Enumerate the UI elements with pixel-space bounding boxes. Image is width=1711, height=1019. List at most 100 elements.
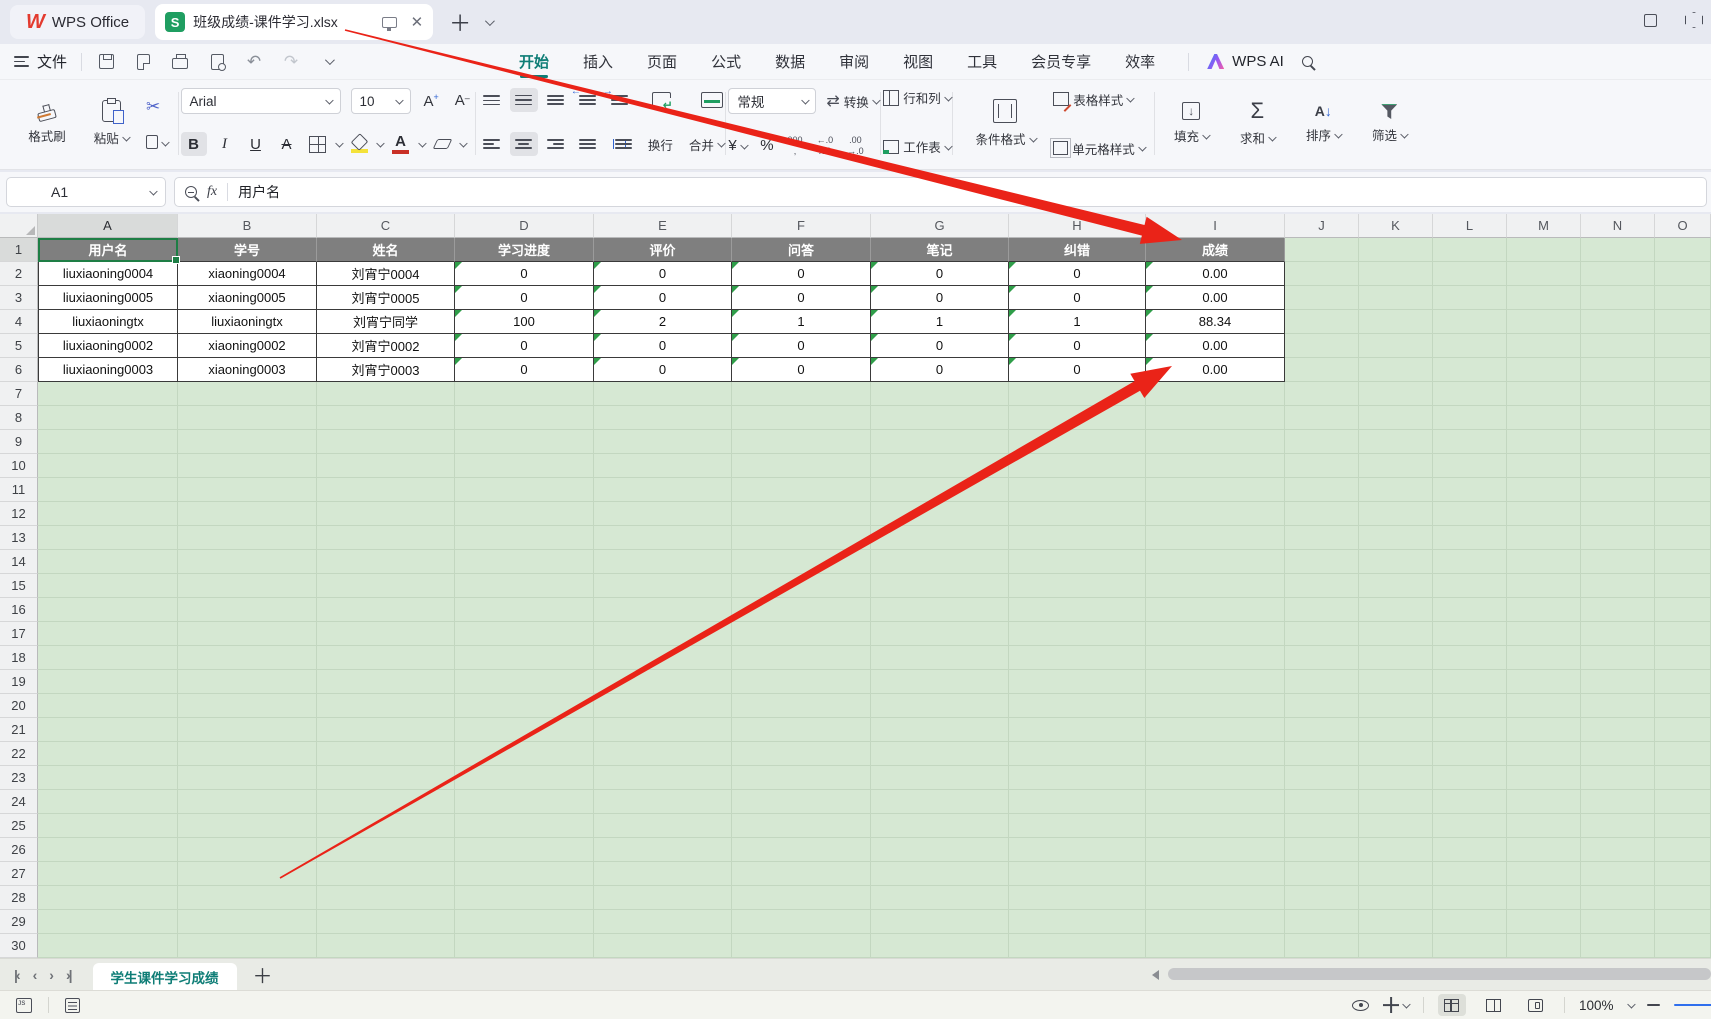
cell-L19[interactable] (1433, 670, 1507, 694)
cell-L10[interactable] (1433, 454, 1507, 478)
cell-B28[interactable] (178, 886, 317, 910)
row-header-3[interactable]: 3 (0, 286, 38, 310)
row-header-28[interactable]: 28 (0, 886, 38, 910)
cell-B25[interactable] (178, 814, 317, 838)
cell-L27[interactable] (1433, 862, 1507, 886)
cell-O15[interactable] (1655, 574, 1711, 598)
cell-G22[interactable] (871, 742, 1009, 766)
cell-L7[interactable] (1433, 382, 1507, 406)
cell-D5[interactable]: 0 (455, 334, 594, 358)
cell-G17[interactable] (871, 622, 1009, 646)
cell-M28[interactable] (1507, 886, 1581, 910)
cell-D25[interactable] (455, 814, 594, 838)
cell-C16[interactable] (317, 598, 455, 622)
cell-C14[interactable] (317, 550, 455, 574)
cell-E1[interactable]: 评价 (594, 238, 732, 262)
cell-M2[interactable] (1507, 262, 1581, 286)
cell-M1[interactable] (1507, 238, 1581, 262)
cell-A12[interactable] (38, 502, 178, 526)
row-header-14[interactable]: 14 (0, 550, 38, 574)
sheet-tab-active[interactable]: 学生课件学习成绩 (93, 963, 237, 991)
cell-C29[interactable] (317, 910, 455, 934)
wps-office-home-tab[interactable]: W WPS Office (10, 5, 145, 39)
cell-H27[interactable] (1009, 862, 1146, 886)
cell-B27[interactable] (178, 862, 317, 886)
cell-H25[interactable] (1009, 814, 1146, 838)
cell-G4[interactable]: 1 (871, 310, 1009, 334)
cell-A25[interactable] (38, 814, 178, 838)
rows-columns-button[interactable]: 行和列 (883, 88, 950, 107)
row-header-10[interactable]: 10 (0, 454, 38, 478)
cell-D13[interactable] (455, 526, 594, 550)
cell-M9[interactable] (1507, 430, 1581, 454)
cell-N3[interactable] (1581, 286, 1655, 310)
row-header-6[interactable]: 6 (0, 358, 38, 382)
row-header-11[interactable]: 11 (0, 478, 38, 502)
cell-O24[interactable] (1655, 790, 1711, 814)
cell-A15[interactable] (38, 574, 178, 598)
chevron-down-icon[interactable] (377, 139, 385, 147)
cell-G23[interactable] (871, 766, 1009, 790)
last-sheet-icon[interactable]: ›| (66, 967, 71, 983)
row-header-23[interactable]: 23 (0, 766, 38, 790)
cell-O13[interactable] (1655, 526, 1711, 550)
column-header-B[interactable]: B (178, 214, 317, 238)
cell-M25[interactable] (1507, 814, 1581, 838)
cell-E27[interactable] (594, 862, 732, 886)
name-box[interactable]: A1 (6, 177, 166, 207)
cell-N23[interactable] (1581, 766, 1655, 790)
cell-J1[interactable] (1285, 238, 1359, 262)
cell-M19[interactable] (1507, 670, 1581, 694)
row-header-4[interactable]: 4 (0, 310, 38, 334)
cell-B15[interactable] (178, 574, 317, 598)
fill-button[interactable]: ↓ 填充 (1165, 87, 1217, 161)
cell-C11[interactable] (317, 478, 455, 502)
row-header-9[interactable]: 9 (0, 430, 38, 454)
cell-H30[interactable] (1009, 934, 1146, 958)
cell-F12[interactable] (732, 502, 871, 526)
wrap-text-button[interactable] (652, 92, 671, 108)
cell-J11[interactable] (1285, 478, 1359, 502)
column-header-E[interactable]: E (594, 214, 732, 238)
cell-L15[interactable] (1433, 574, 1507, 598)
cell-K27[interactable] (1359, 862, 1433, 886)
cell-E29[interactable] (594, 910, 732, 934)
cell-O9[interactable] (1655, 430, 1711, 454)
cell-C28[interactable] (317, 886, 455, 910)
cell-B18[interactable] (178, 646, 317, 670)
column-header-N[interactable]: N (1581, 214, 1655, 238)
cell-N19[interactable] (1581, 670, 1655, 694)
page-break-view-button[interactable] (1480, 994, 1508, 1016)
row-header-15[interactable]: 15 (0, 574, 38, 598)
cell-M11[interactable] (1507, 478, 1581, 502)
cell-E26[interactable] (594, 838, 732, 862)
cell-L6[interactable] (1433, 358, 1507, 382)
cell-I8[interactable] (1146, 406, 1285, 430)
cell-F30[interactable] (732, 934, 871, 958)
cell-N12[interactable] (1581, 502, 1655, 526)
cell-O5[interactable] (1655, 334, 1711, 358)
menu-tab[interactable]: 视图 (886, 44, 950, 79)
row-header-24[interactable]: 24 (0, 790, 38, 814)
cell-G7[interactable] (871, 382, 1009, 406)
cell-E30[interactable] (594, 934, 732, 958)
cell-K15[interactable] (1359, 574, 1433, 598)
cell-D19[interactable] (455, 670, 594, 694)
row-header-12[interactable]: 12 (0, 502, 38, 526)
cell-C22[interactable] (317, 742, 455, 766)
decrease-decimal-button[interactable]: .00→.0 (847, 135, 864, 156)
cell-H24[interactable] (1009, 790, 1146, 814)
cell-O28[interactable] (1655, 886, 1711, 910)
cell-A10[interactable] (38, 454, 178, 478)
cell-A21[interactable] (38, 718, 178, 742)
cell-D9[interactable] (455, 430, 594, 454)
cell-D29[interactable] (455, 910, 594, 934)
cell-N27[interactable] (1581, 862, 1655, 886)
cell-N13[interactable] (1581, 526, 1655, 550)
cell-A1[interactable]: 用户名 (38, 238, 178, 262)
cell-L4[interactable] (1433, 310, 1507, 334)
row-header-30[interactable]: 30 (0, 934, 38, 958)
cell-A22[interactable] (38, 742, 178, 766)
cell-L16[interactable] (1433, 598, 1507, 622)
cell-I7[interactable] (1146, 382, 1285, 406)
